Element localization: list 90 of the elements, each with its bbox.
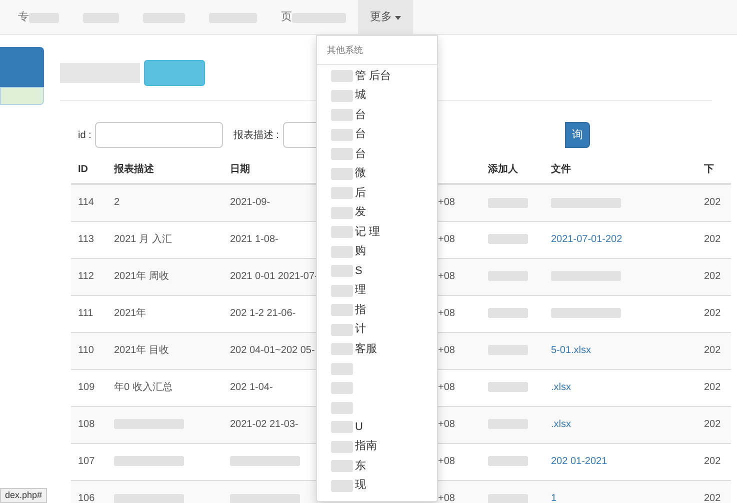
sidebar-panel[interactable] [0,47,44,87]
table-cell: +08 [438,382,455,393]
column-header: 下 [704,164,714,175]
nav-item[interactable]: 专 [6,0,71,35]
table-cell: 106 [78,493,95,503]
table-cell: +08 [438,345,455,356]
menu-item[interactable]: 指 [355,300,366,320]
menu-item[interactable]: 指南 [355,437,377,456]
field-label: id : [78,128,92,142]
menu-item[interactable]: 客服 [355,340,377,359]
table-cell: 202 [704,493,721,503]
status-url: dex.php# [0,488,48,503]
menu-item[interactable]: 现 [355,476,366,496]
table-cell: 202 [704,308,721,319]
table-cell: 202 1-2 21-06- [230,308,296,319]
field-label: 报表描述 : [233,128,279,142]
menu-item[interactable]: 东 [355,456,366,476]
column-header: 添加人 [488,164,518,175]
table-cell: 2021年 目收 [114,345,170,356]
redaction-mark [488,382,528,392]
table-cell: 202 [704,382,721,393]
file-link[interactable]: 202 01-2021 [551,456,608,467]
menu-item[interactable]: S [355,262,362,281]
table-cell: 202 1-04- [230,382,273,393]
redaction-mark [488,234,528,244]
table-cell: +08 [438,419,455,430]
table-cell: 111 [78,308,94,319]
table-cell: 202 04-01~202 05- [230,345,315,356]
sidebar-panel[interactable] [0,87,44,105]
menu-item[interactable]: 台 [355,125,366,144]
table-cell: 2021-02 21-03- [230,419,298,430]
menu-item[interactable]: 发 [355,203,366,222]
table-cell: 2021 1-08- [230,234,278,245]
menu-item[interactable]: 理 [355,281,366,300]
table-cell: 2 [114,197,120,208]
table-cell: 2021 0-01 2021-07- [230,271,318,282]
table-cell: +08 [438,197,455,208]
table-cell: 108 [78,419,95,430]
table-cell: 113 [78,234,94,245]
table-cell: 2021-09- [230,197,270,208]
menu-item[interactable]: 城 [355,86,366,106]
table-cell: +08 [438,234,455,245]
table-cell: 202 [704,234,721,245]
column-header: 文件 [551,164,571,175]
menu-item[interactable]: 计 [355,320,366,340]
menu-item[interactable]: 记 理 [355,222,380,242]
nav-item[interactable]: 页 [269,0,358,35]
table-cell: 110 [78,345,94,356]
file-link[interactable]: .xlsx [551,382,571,393]
action-button[interactable] [144,60,205,86]
table-cell: 2021 月 入汇 [114,234,172,245]
redaction-mark [551,308,621,318]
search-button[interactable]: 询 [564,122,590,148]
nav-item[interactable]: 更多 [358,0,413,35]
file-link[interactable]: 5-01.xlsx [551,345,592,356]
table-cell: +08 [438,456,455,467]
table-cell: 107 [78,456,95,467]
table-cell: +08 [438,271,455,282]
table-cell: 114 [78,197,94,208]
menu-item[interactable]: 后 [355,184,366,203]
input-field[interactable] [95,122,224,148]
table-cell: 202 [704,271,721,282]
redaction-mark [230,456,300,466]
menu-item[interactable]: 管 后台 [355,66,392,86]
table-cell: 112 [78,271,94,282]
table-cell: 202 [704,419,721,430]
table-cell: 202 [704,345,721,356]
table-cell: 2021年 周收 [114,271,170,282]
table-cell: +08 [438,308,455,319]
redaction-mark [488,308,528,318]
table-cell: 202 [704,197,721,208]
column-header: ID [78,164,88,175]
menu-item[interactable]: 台 [355,106,366,125]
file-link[interactable]: .xlsx [551,419,571,430]
menu-item[interactable]: 购 [355,242,366,262]
table-cell: 年0 收入汇总 [114,382,172,393]
redaction-mark [114,456,184,466]
menu-item[interactable]: 台 [355,144,366,164]
file-link[interactable]: 2021-07-01-202 [551,234,622,245]
redaction-mark [488,456,528,466]
table-cell: 2021年 [114,308,146,319]
dropdown-header: 其他系统 [326,44,364,57]
table-cell: 109 [78,382,95,393]
menu-item[interactable]: 微 [355,164,366,184]
menu-item[interactable]: U [355,418,363,437]
column-header: 报表描述 [114,164,154,175]
table-cell: +08 [438,493,455,503]
table-cell: 202 [704,456,721,467]
column-header: 日期 [230,164,250,175]
file-link[interactable]: 1 [551,493,557,503]
